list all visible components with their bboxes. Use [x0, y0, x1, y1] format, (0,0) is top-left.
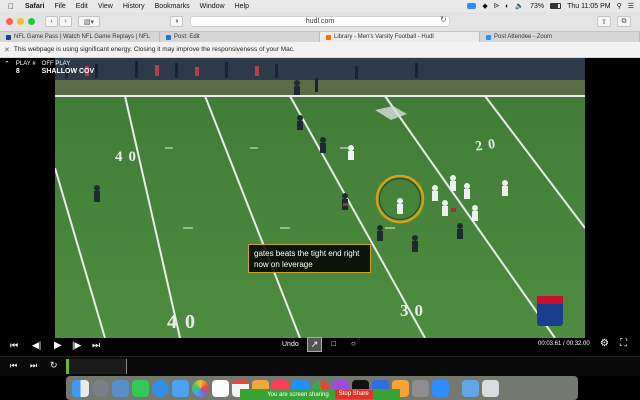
address-text: hudl.com	[305, 18, 335, 25]
reload-icon[interactable]: ↻	[440, 15, 447, 24]
football-field-video: 40 20 40 30	[55, 58, 585, 338]
books-icon[interactable]	[212, 379, 229, 397]
screen:  Safari File Edit View History Bookmark…	[0, 0, 640, 400]
zoom-icon[interactable]	[432, 379, 449, 397]
wifi-icon[interactable]: ◐	[505, 3, 509, 10]
stop-share-button[interactable]: Stop Share	[334, 390, 373, 399]
screen-sharing-text: You are screen sharing	[267, 391, 329, 398]
tab-hudl-library[interactable]: Library - Men's Varsity Football - Hudl	[320, 32, 480, 42]
post-favicon-icon	[166, 34, 171, 40]
clock[interactable]: Thu 11:05 PM	[567, 3, 610, 10]
zoom-favicon-icon	[486, 34, 491, 40]
energy-warning-banner: ✕ This webpage is using significant ener…	[0, 42, 640, 58]
circle-tool-icon[interactable]: ○	[351, 339, 356, 348]
off-play-value: SHALLOW COV	[41, 68, 95, 75]
menu-bar:  Safari File Edit View History Bookmark…	[0, 0, 640, 12]
menu-bookmarks[interactable]: Bookmarks	[150, 3, 195, 10]
clip-timeline[interactable]: ⏮ ⏭ ↻	[0, 356, 640, 376]
first-clip-button[interactable]: ⏮	[10, 361, 17, 371]
arrow-tool-icon[interactable]: ↗	[307, 337, 322, 352]
step-forward-button[interactable]: |▶	[72, 340, 81, 351]
bluetooth-icon[interactable]: ᐉ	[494, 2, 499, 10]
tab-label: Post Attendee - Zoom	[494, 34, 553, 40]
battery-percent: 73%	[530, 2, 545, 10]
address-bar[interactable]: hudl.com	[190, 16, 450, 27]
menu-edit[interactable]: Edit	[71, 3, 93, 10]
folder-icon[interactable]	[462, 379, 479, 397]
nfl-favicon-icon	[6, 34, 11, 40]
clip-segment[interactable]	[69, 359, 127, 374]
tab-bar: NFL Game Pass | Watch NFL Game Replays |…	[0, 31, 640, 42]
share-icon[interactable]: ⇧	[597, 16, 611, 27]
browser-toolbar: ‹ › ▧▾ ◑ hudl.com ↻ ⇧ ⧉	[0, 12, 640, 31]
yard-number-bottom-left: 40	[167, 311, 203, 333]
finder-icon[interactable]	[72, 379, 89, 397]
downloads-folder-icon[interactable]	[112, 379, 129, 397]
photos-icon[interactable]	[192, 379, 209, 397]
safari-icon[interactable]	[152, 379, 169, 397]
apple-icon[interactable]: 	[0, 2, 20, 11]
time-total: 00:32.00	[566, 341, 590, 347]
menu-window[interactable]: Window	[195, 3, 230, 10]
menu-help[interactable]: Help	[230, 3, 254, 10]
volume-icon[interactable]: 🔈	[515, 2, 524, 10]
tab-post-edit[interactable]: Post: Edit	[160, 32, 320, 42]
sidebar-button[interactable]: ▧▾	[78, 16, 100, 27]
next-clip-button[interactable]: ⏭	[92, 340, 100, 351]
zoom-status-icon[interactable]	[467, 3, 477, 9]
notification-center-icon[interactable]: ☰	[628, 2, 634, 10]
launchpad-icon[interactable]	[92, 379, 109, 397]
tab-overview-button[interactable]: ⧉	[617, 16, 631, 27]
play-number-label: PLAY #	[15, 61, 36, 67]
dropbox-icon[interactable]: ◆	[482, 2, 487, 10]
mail-icon[interactable]	[172, 379, 189, 397]
time-readout: 00:03.61 / 00:32.00	[538, 341, 590, 347]
time-current: 00:03.61	[538, 341, 562, 347]
system-preferences-icon[interactable]	[412, 379, 429, 397]
collapse-icon[interactable]: ⌃	[4, 61, 10, 75]
undo-button[interactable]: Undo	[282, 341, 299, 348]
tab-zoom[interactable]: Post Attendee - Zoom	[480, 32, 640, 42]
step-back-button[interactable]: ◀|	[32, 340, 41, 351]
zoom-window-button[interactable]	[28, 18, 35, 25]
menu-view[interactable]: View	[93, 3, 118, 10]
back-button[interactable]: ‹	[45, 16, 58, 27]
menu-safari[interactable]: Safari	[20, 3, 49, 10]
close-banner-icon[interactable]: ✕	[4, 46, 10, 54]
forward-button[interactable]: ›	[59, 16, 72, 27]
battery-icon[interactable]	[550, 3, 562, 9]
privacy-shield-icon[interactable]: ◑	[170, 16, 183, 27]
play-button[interactable]: ▶	[54, 340, 62, 351]
last-clip-button[interactable]: ⏭	[30, 361, 37, 371]
fullscreen-icon[interactable]: ⛶	[620, 338, 627, 349]
settings-gear-icon[interactable]: ⚙	[600, 338, 609, 349]
screen-sharing-banner: You are screen sharing Stop Share	[240, 389, 400, 400]
loop-icon[interactable]: ↻	[50, 360, 58, 371]
comment-tool-icon[interactable]: □	[331, 339, 336, 348]
tab-label: Library - Men's Varsity Football - Hudl	[334, 34, 434, 40]
play-info-overlay: ⌃ PLAY # 8 OFF PLAY SHALLOW COV	[4, 61, 94, 75]
yard-number-bottom-right: 30	[400, 301, 429, 320]
energy-warning-text: This webpage is using significant energy…	[13, 46, 295, 53]
video-player[interactable]: 40 20 40 30 ⌃ PLAY # 8 OFF PLAY SHALLOW …	[0, 58, 640, 376]
hudl-favicon-icon	[326, 34, 331, 40]
trash-icon[interactable]	[482, 379, 499, 397]
menu-file[interactable]: File	[49, 3, 70, 10]
off-play-label: OFF PLAY	[41, 61, 71, 67]
close-window-button[interactable]	[6, 18, 13, 25]
tab-nfl-game-pass[interactable]: NFL Game Pass | Watch NFL Game Replays |…	[0, 32, 160, 42]
messages-icon[interactable]	[132, 379, 149, 397]
tab-label: Post: Edit	[174, 34, 200, 40]
player-controls: ⏮ ◀| ▶ |▶ ⏭ Undo ↗ □ ○ 00:03.61 / 00:32.…	[0, 334, 640, 356]
play-number-value: 8	[15, 68, 20, 75]
tab-label: NFL Game Pass | Watch NFL Game Replays |…	[14, 34, 151, 40]
search-icon[interactable]: ⚲	[617, 2, 622, 10]
telestration-caption[interactable]: gates beats the tight end right now on l…	[248, 244, 371, 273]
yard-number-top-left: 40	[115, 149, 142, 165]
menu-history[interactable]: History	[118, 3, 150, 10]
minimize-window-button[interactable]	[17, 18, 24, 25]
previous-clip-button[interactable]: ⏮	[10, 340, 18, 351]
